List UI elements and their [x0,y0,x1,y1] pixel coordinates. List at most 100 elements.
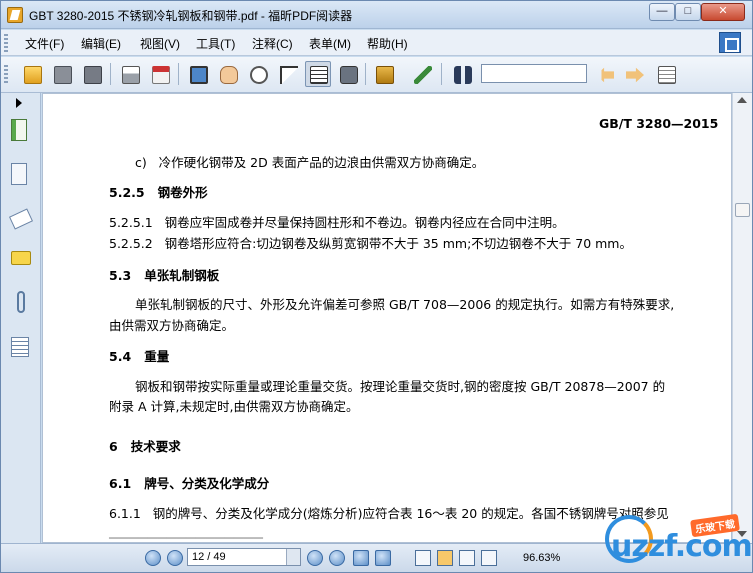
hand-tool-button[interactable] [215,61,241,87]
doc-line: 单张轧制钢板的尺寸、外形及允许偏差可参照 GB/T 708—2006 的规定执行… [135,297,675,312]
zoom-tool-button[interactable] [245,61,271,87]
page-thumbnails-icon [11,163,27,185]
email-icon [152,66,170,84]
toolbar-separator [110,63,111,85]
document-options-button[interactable] [653,61,679,87]
doc-line: 钢板和钢带按实际重量或理论重量交货。按理论重量交货时,钢的密度按 GB/T 20… [135,379,666,394]
text-select-button[interactable] [305,61,331,87]
doc-line: 6.1.1 钢的牌号、分类及化学成分(熔炼分析)应符合表 16～表 20 的规定… [109,506,669,521]
print-button[interactable] [117,61,143,87]
comment-icon [11,251,31,265]
select-tool-button[interactable] [275,61,301,87]
menu-tools[interactable]: 工具(T) [196,35,235,52]
menu-view[interactable]: 视图(V) [140,35,180,52]
fullscreen-button[interactable] [185,61,211,87]
snapshot-button[interactable] [335,61,361,87]
page-number-value: 12 / 49 [192,551,226,563]
doc-line-cutoff: ▁▁▁▁▁▁▁▁▁▁▁▁▁▁▁▁ [109,524,263,539]
page-number-input[interactable]: 12 / 49 [187,548,301,566]
signature-pen-icon [11,337,29,357]
menu-help[interactable]: 帮助(H) [367,35,408,52]
doc-line: 附录 A 计算,未规定时,由供需双方协商确定。 [109,399,359,414]
paperclip-icon [17,291,25,313]
section-heading: 6.1 牌号、分类及化学成分 [109,476,270,491]
doc-line: c) 冷作硬化钢带及 2D 表面产品的边浪由供需双方协商确定。 [135,155,485,170]
screen-icon [190,66,208,84]
app-window: GBT 3280-2015 不锈钢冷轧钢板和钢带.pdf - 福昕PDF阅读器 … [0,0,753,573]
save-icon [54,66,72,84]
save-as-button[interactable] [79,61,105,87]
find-button[interactable] [449,61,475,87]
minimize-button[interactable]: — [649,3,675,21]
continuous-page-icon[interactable] [437,550,453,566]
toolbar-separator [365,63,366,85]
save-button[interactable] [49,61,75,87]
document-view[interactable]: GB/T 3280—2015 c) 冷作硬化钢带及 2D 表面产品的边浪由供需双… [42,93,732,543]
first-page-icon[interactable] [145,550,161,566]
find-next-icon [626,67,644,83]
layers-button[interactable] [8,207,34,233]
sign-button[interactable] [409,61,435,87]
go-back-icon[interactable] [353,550,369,566]
single-page-icon[interactable] [415,550,431,566]
section-heading: 5.4 重量 [109,349,170,364]
print-icon [122,66,140,84]
save-as-icon [84,66,102,84]
pages-button[interactable] [11,163,33,189]
watermark-text: uzzf.com [611,529,753,564]
last-page-icon[interactable] [329,550,345,566]
left-sidebar [1,93,41,543]
binoculars-icon [454,66,472,84]
menu-edit[interactable]: 编辑(E) [81,35,121,52]
menu-comment[interactable]: 注释(C) [252,35,293,52]
open-button[interactable] [19,61,45,87]
doc-dropdown-icon [658,66,676,84]
close-button[interactable]: ✕ [701,3,745,21]
sidebar-expand-icon[interactable] [16,98,22,108]
page-header: GB/T 3280—2015 [599,116,719,131]
doc-line: 5.2.5.2 钢卷塔形应符合:切边钢卷及纵剪宽钢带不大于 35 mm;不切边钢… [109,236,632,251]
comments-button[interactable] [11,251,33,277]
bookmark-icon [11,119,27,141]
signatures-button[interactable] [11,337,33,363]
toolbar-separator [178,63,179,85]
vertical-scrollbar[interactable] [732,93,752,543]
continuous-facing-icon[interactable] [481,550,497,566]
zoom-level[interactable]: 96.63% [523,552,560,564]
page-dropdown-icon[interactable] [286,549,300,565]
section-heading: 6 技术要求 [109,439,181,454]
rms-button[interactable] [371,61,397,87]
title-bar[interactable]: GBT 3280-2015 不锈钢冷轧钢板和钢带.pdf - 福昕PDF阅读器 … [1,1,752,29]
sign-pen-icon [414,66,432,84]
restore-view-icon[interactable] [719,32,741,53]
main-toolbar [1,57,752,132]
next-page-icon[interactable] [307,550,323,566]
doc-line: 由供需双方协商确定。 [109,318,235,333]
snapshot-camera-icon [340,66,358,84]
hand-tool-icon [220,66,238,84]
facing-page-icon[interactable] [459,550,475,566]
email-button[interactable] [147,61,173,87]
menu-file[interactable]: 文件(F) [25,35,64,52]
maximize-button[interactable]: □ [675,3,701,21]
menubar-grip [4,34,8,52]
menu-form[interactable]: 表单(M) [309,35,351,52]
section-heading: 5.3 单张轧制钢板 [109,268,220,283]
select-arrow-icon [280,66,298,84]
find-previous-button[interactable] [591,61,617,87]
toolbar-separator [441,63,442,85]
find-prev-icon [596,67,614,83]
search-input[interactable] [481,64,587,83]
go-forward-icon[interactable] [375,550,391,566]
scroll-up-icon[interactable] [737,97,747,103]
foxit-app-icon [7,7,23,23]
previous-page-icon[interactable] [167,550,183,566]
layers-icon [8,208,34,230]
doc-line: 5.2.5.1 钢卷应牢固成卷并尽量保持圆柱形和不卷边。钢卷内径应在合同中注明。 [109,215,565,230]
scroll-thumb[interactable] [735,203,750,217]
text-select-icon [310,66,328,84]
bookmarks-button[interactable] [11,119,33,145]
zoom-glass-icon [250,66,268,84]
find-next-button[interactable] [621,61,647,87]
attachments-button[interactable] [11,291,33,317]
